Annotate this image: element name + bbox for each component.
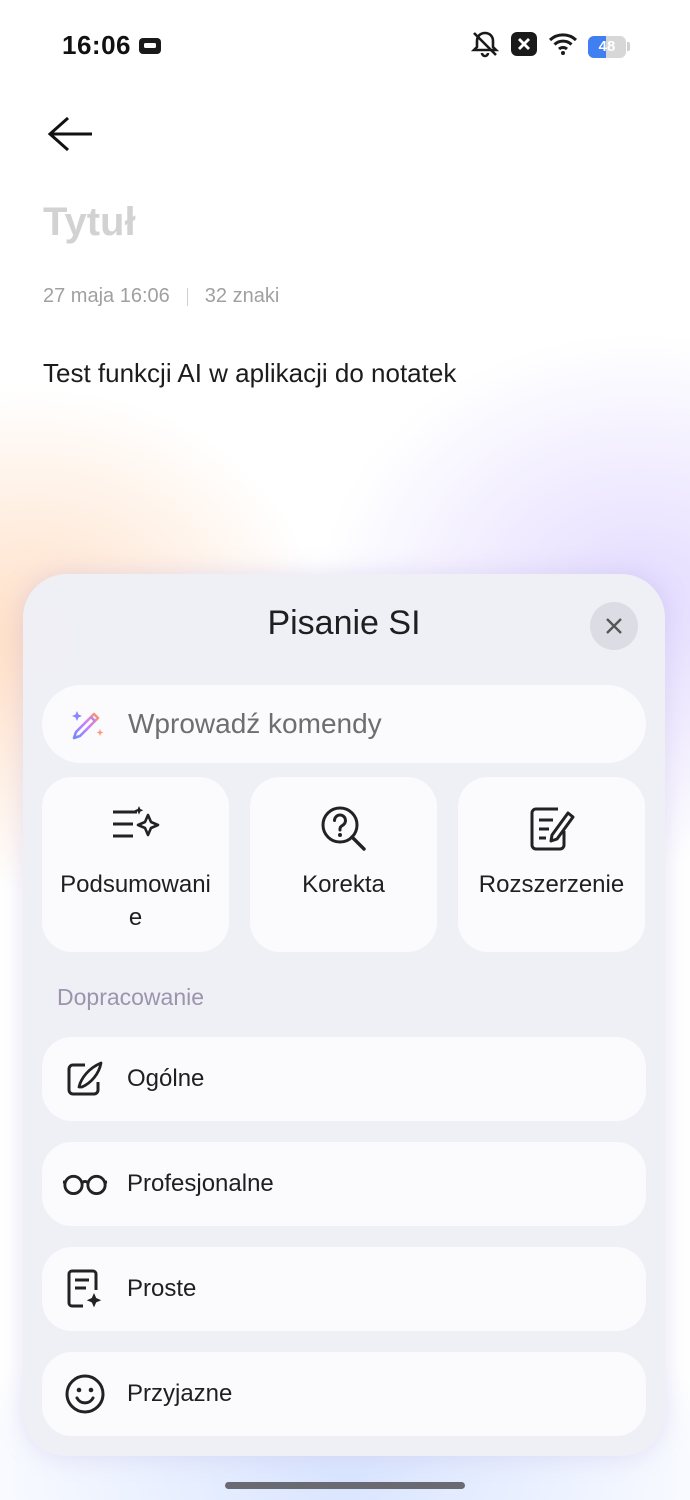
status-bar: 16:06 48 — [0, 0, 690, 92]
proofread-search-icon — [250, 805, 437, 851]
note-meta: 27 maja 16:06 32 znaki — [43, 285, 279, 308]
battery-level: 48 — [598, 38, 616, 55]
summary-button[interactable]: Podsumowanie — [42, 777, 229, 952]
command-input[interactable] — [126, 707, 590, 741]
option-general[interactable]: Ogólne — [42, 1037, 646, 1121]
note-title-field[interactable]: Tytuł — [43, 200, 136, 245]
sim-card-icon — [138, 37, 162, 60]
command-input-container[interactable] — [42, 685, 646, 763]
expand-label: Rozszerzenie — [478, 871, 625, 898]
simple-doc-icon — [62, 1268, 108, 1310]
option-professional[interactable]: Profesjonalne — [42, 1142, 646, 1226]
close-button[interactable] — [590, 602, 638, 650]
silent-bell-icon — [470, 30, 500, 63]
glasses-icon — [62, 1171, 108, 1197]
option-friendly-label: Przyjazne — [127, 1380, 233, 1407]
option-friendly[interactable]: Przyjazne — [42, 1352, 646, 1436]
option-simple-label: Proste — [127, 1275, 197, 1302]
section-label-refine: Dopracowanie — [57, 984, 205, 1010]
status-time: 16:06 — [62, 30, 131, 60]
home-indicator[interactable] — [225, 1482, 465, 1489]
sheet-title: Pisanie SI — [267, 604, 421, 642]
note-date: 27 maja 16:06 — [43, 285, 170, 307]
close-icon — [606, 618, 622, 634]
back-button[interactable] — [44, 112, 98, 156]
expand-edit-icon — [458, 805, 645, 851]
magic-pen-icon — [68, 702, 108, 747]
proofread-label: Korekta — [302, 871, 385, 898]
ai-writing-sheet: Pisanie SI Wprowadź komendy Podsumowanie… — [23, 574, 665, 1456]
note-char-count: 32 znaki — [204, 285, 280, 307]
option-professional-label: Profesjonalne — [127, 1170, 274, 1197]
notification-x-icon — [510, 31, 538, 62]
battery-icon: 48 — [588, 35, 626, 58]
option-general-label: Ogólne — [127, 1065, 205, 1092]
proofread-button[interactable]: Korekta — [250, 777, 437, 952]
note-body[interactable]: Test funkcji AI w aplikacji do notatek — [43, 358, 456, 389]
status-icons: 48 — [470, 30, 630, 63]
expand-button[interactable]: Rozszerzenie — [458, 777, 645, 952]
summary-label: Podsumowanie — [60, 871, 211, 931]
battery-nub — [627, 42, 630, 51]
meta-divider — [186, 287, 188, 306]
wifi-icon — [548, 32, 578, 61]
action-grid: Podsumowanie Korekta Rozszerzenie — [42, 777, 646, 952]
back-arrow-icon — [47, 116, 92, 152]
option-simple[interactable]: Proste — [42, 1247, 646, 1331]
pen-note-icon — [62, 1060, 108, 1098]
smile-icon — [62, 1373, 108, 1415]
summary-sparkle-icon — [42, 805, 229, 845]
